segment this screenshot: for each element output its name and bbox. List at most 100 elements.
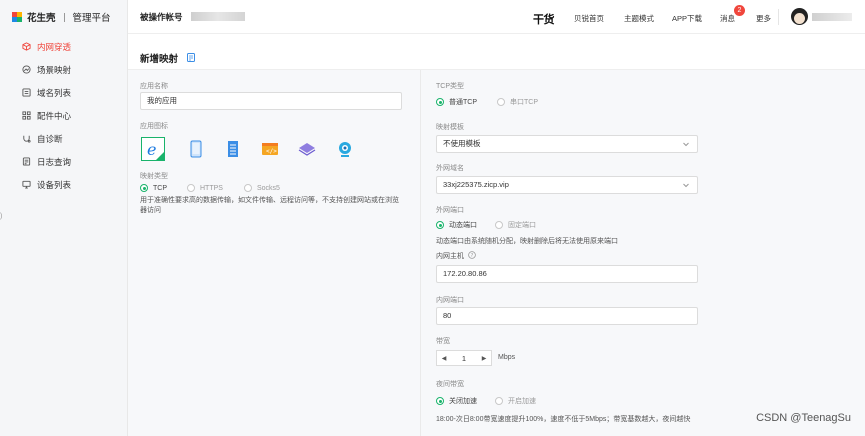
logo[interactable]: 花生壳 管理平台: [0, 0, 127, 34]
sidebar-item-diagnose[interactable]: 自诊断: [0, 127, 127, 150]
nav-link-app-download[interactable]: APP下载: [672, 13, 702, 24]
radio-dot: [495, 221, 503, 229]
document-icon[interactable]: [223, 139, 243, 159]
sidebar-item-intranet[interactable]: 内网穿透: [0, 35, 127, 58]
app-name-label: 应用名称: [140, 83, 168, 90]
brand-sub: 管理平台: [72, 13, 111, 24]
watermark: CSDN @TeenagSu: [756, 412, 851, 424]
svg-text:</>: </>: [266, 148, 277, 155]
svg-text:?: ?: [471, 253, 474, 259]
port-label: 外网端口: [436, 207, 464, 214]
radio-https[interactable]: HTTPS: [187, 184, 223, 192]
monitor-icon: [22, 180, 31, 189]
sidebar-item-label: 域名列表: [37, 87, 72, 98]
radio-dot: [436, 98, 444, 106]
brand-mark[interactable]: 干货: [533, 11, 555, 27]
host-input[interactable]: 172.20.80.86: [436, 265, 698, 283]
domain-list-icon: [22, 88, 31, 97]
layers-icon[interactable]: [297, 139, 317, 159]
nav-link-home[interactable]: 贝锐首页: [574, 13, 604, 24]
night-description: 18:00-次日8:00带宽速度提升100%，速度不低于5Mbps；带宽基数越大…: [436, 416, 691, 423]
radio-label: 固定端口: [508, 222, 536, 229]
template-select[interactable]: 不使用模板: [436, 135, 698, 153]
nav-link-messages[interactable]: 消息: [720, 13, 735, 24]
app-name-input[interactable]: 我的应用: [140, 92, 402, 110]
form-area: [128, 70, 865, 436]
sidebar-item-domains[interactable]: 域名列表: [0, 81, 127, 104]
radio-dot: [187, 184, 195, 192]
host-label: 内网主机: [436, 251, 464, 261]
chevron-down-icon: [683, 183, 689, 188]
sidebar-item-label: 场景映射: [37, 64, 72, 75]
mapping-type-label: 映射类型: [140, 173, 168, 180]
diagnose-icon: [22, 134, 31, 143]
domain-value: 33xj225375.zicp.vip: [443, 180, 509, 189]
sidebar-item-scene[interactable]: 场景映射: [0, 58, 127, 81]
decrement-icon[interactable]: ◀: [437, 351, 451, 365]
radio-socks5[interactable]: Socks5: [244, 184, 280, 192]
bandwidth-stepper[interactable]: ◀ 1 ▶: [436, 350, 492, 366]
radio-normal-tcp[interactable]: 普通TCP: [436, 97, 477, 107]
cube-icon: [22, 42, 31, 51]
nav-link-more[interactable]: 更多: [756, 13, 771, 24]
radio-accel-off[interactable]: 关闭加速: [436, 396, 477, 406]
radio-dot: [436, 397, 444, 405]
doc-icon[interactable]: [187, 52, 196, 64]
radio-dot: [497, 98, 505, 106]
svg-text:e: e: [147, 140, 156, 159]
template-value: 不使用模板: [443, 139, 481, 148]
help-icon[interactable]: ?: [468, 251, 476, 261]
radio-label: 普通TCP: [449, 99, 477, 106]
increment-icon[interactable]: ▶: [477, 351, 491, 365]
radio-dot: [140, 184, 148, 192]
header-divider: [778, 9, 779, 25]
radio-dot: [244, 184, 252, 192]
logo-divider: [63, 12, 65, 22]
top-header: 被操作帐号 干货 贝锐首页 主题模式 APP下载 消息 2 更多: [128, 0, 865, 34]
radio-label: 串口TCP: [510, 99, 538, 106]
radio-serial-tcp[interactable]: 串口TCP: [497, 97, 538, 107]
radio-dynamic-port[interactable]: 动态端口: [436, 220, 477, 230]
host-label-text: 内网主机: [436, 253, 464, 260]
template-label: 映射模板: [436, 124, 464, 131]
tablet-icon[interactable]: [186, 139, 206, 159]
radio-label: 关闭加速: [449, 398, 477, 405]
nav-link-theme[interactable]: 主题模式: [624, 13, 654, 24]
inner-port-label: 内网端口: [436, 297, 464, 304]
app-icon-label: 应用图标: [140, 123, 168, 130]
sidebar-item-label: 自诊断: [37, 133, 63, 144]
avatar[interactable]: [791, 8, 808, 25]
radio-accel-on[interactable]: 开启加速: [495, 396, 536, 406]
radio-label: 动态端口: [449, 222, 477, 229]
radio-label: HTTPS: [200, 184, 223, 192]
radio-label: 开启加速: [508, 398, 536, 405]
ie-icon[interactable]: e: [141, 137, 165, 161]
night-bandwidth-label: 夜间带宽: [436, 381, 464, 388]
bandwidth-value: 1: [461, 353, 467, 363]
sidebar-item-label: 设备列表: [37, 179, 72, 190]
sidebar-item-label: 配件中心: [37, 110, 72, 121]
collapse-handle[interactable]: ): [0, 213, 2, 220]
port-description: 动态端口由系统随机分配，映射删除后将无法使用原来端口: [436, 238, 618, 245]
radio-tcp[interactable]: TCP: [140, 184, 167, 192]
code-window-icon[interactable]: </>: [260, 139, 280, 159]
logo-cube-icon: [12, 11, 23, 23]
sidebar-item-accessories[interactable]: 配件中心: [0, 104, 127, 127]
scene-icon: [22, 65, 31, 74]
sidebar: 花生壳 管理平台 内网穿透 场景映射 域名列表 配件中心 自诊断 日志查询 设备…: [0, 0, 128, 436]
tcp-type-label: TCP类型: [436, 83, 464, 90]
sidebar-item-label: 日志查询: [37, 156, 72, 167]
account-label: 被操作帐号: [140, 11, 183, 22]
radio-dot: [495, 397, 503, 405]
column-divider: [420, 70, 421, 436]
sidebar-item-devices[interactable]: 设备列表: [0, 173, 127, 196]
webcam-icon[interactable]: [335, 139, 355, 159]
domain-select[interactable]: 33xj225375.zicp.vip: [436, 176, 698, 194]
bandwidth-label: 带宽: [436, 338, 450, 345]
radio-label: Socks5: [257, 184, 280, 192]
log-icon: [22, 157, 31, 166]
inner-port-input[interactable]: 80: [436, 307, 698, 325]
chevron-down-icon: [683, 142, 689, 147]
sidebar-item-logs[interactable]: 日志查询: [0, 150, 127, 173]
radio-fixed-port[interactable]: 固定端口: [495, 220, 536, 230]
